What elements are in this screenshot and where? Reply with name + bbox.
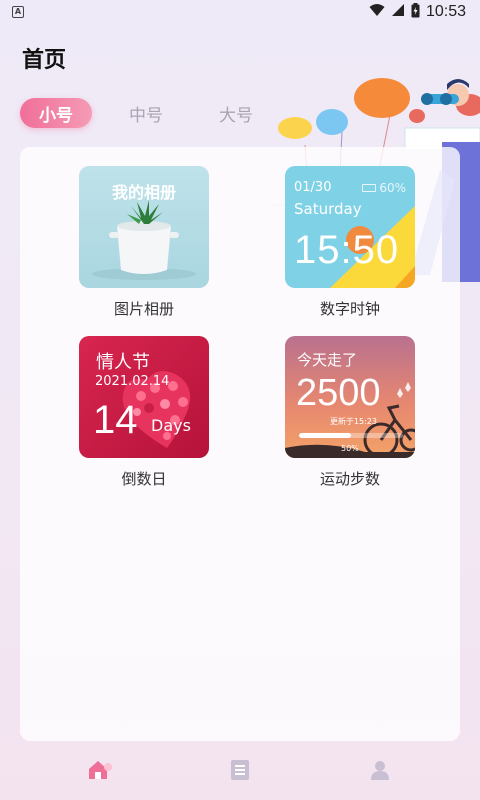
battery-icon	[411, 2, 420, 22]
status-left: A	[12, 6, 24, 18]
widget-digital-clock[interactable]: 01/30 60% Saturday 15:50 数字时钟	[270, 166, 430, 319]
home-icon	[89, 761, 112, 779]
widget-countdown[interactable]: 情人节 2021.02.14 14 Days 倒数日	[64, 336, 224, 489]
steps-progress-label: 50%	[341, 444, 359, 453]
widget-list-card: 我的相册 图片相册 01/30 60% Saturday 15:50 数字时钟 …	[20, 147, 460, 741]
user-icon	[371, 761, 389, 780]
wifi-icon	[369, 3, 385, 21]
steps-updated-time: 更新于15:23	[329, 417, 377, 426]
battery-outline-icon	[362, 184, 377, 192]
nav-profile[interactable]	[360, 750, 400, 790]
countdown-preview[interactable]: 情人节 2021.02.14 14 Days	[79, 336, 209, 458]
status-time: 10:53	[425, 3, 466, 20]
notification-app-icon: A	[12, 6, 24, 18]
countdown-unit: Days	[151, 416, 191, 435]
step-counter-preview[interactable]: 今天走了 2500 更新于15:23 50%	[285, 336, 415, 458]
photo-album-preview[interactable]: 我的相册	[79, 166, 209, 288]
tab-medium[interactable]: 中号	[110, 98, 182, 128]
page-title: 首页	[22, 48, 67, 73]
widget-label: 图片相册	[113, 300, 174, 318]
clock-weekday: Saturday	[294, 200, 362, 218]
steps-progress-fill	[299, 433, 351, 438]
widget-label: 倒数日	[121, 470, 167, 488]
countdown-number: 14	[93, 398, 138, 442]
steps-title: 今天走了	[297, 351, 358, 369]
status-bar: A 10:53	[0, 0, 480, 24]
tab-small[interactable]: 小号	[20, 98, 92, 128]
widget-label: 数字时钟	[319, 300, 380, 318]
clock-battery: 60%	[362, 181, 406, 195]
countdown-event-date: 2021.02.14	[95, 374, 170, 389]
clock-time: 15:50	[294, 228, 400, 272]
nav-home[interactable]	[80, 750, 120, 790]
size-tabs: 小号 中号 大号	[20, 98, 272, 128]
potted-plant-image	[92, 200, 196, 280]
digital-clock-preview[interactable]: 01/30 60% Saturday 15:50	[285, 166, 415, 288]
clock-battery-level: 60%	[379, 181, 406, 195]
nav-list[interactable]	[220, 750, 260, 790]
clock-date: 01/30	[294, 180, 332, 195]
document-icon	[231, 760, 249, 780]
tab-large[interactable]: 大号	[200, 98, 272, 128]
countdown-event-title: 情人节	[96, 352, 150, 373]
widget-step-counter[interactable]: 今天走了 2500 更新于15:23 50% 运动步数	[270, 336, 430, 489]
widget-label: 运动步数	[319, 470, 380, 488]
status-right: 10:53	[369, 2, 466, 22]
steps-count: 2500	[296, 372, 381, 414]
widget-photo-album[interactable]: 我的相册 图片相册	[64, 166, 224, 319]
steps-progress-bar	[299, 433, 403, 438]
signal-icon	[391, 3, 405, 21]
bottom-navigation	[0, 740, 480, 800]
